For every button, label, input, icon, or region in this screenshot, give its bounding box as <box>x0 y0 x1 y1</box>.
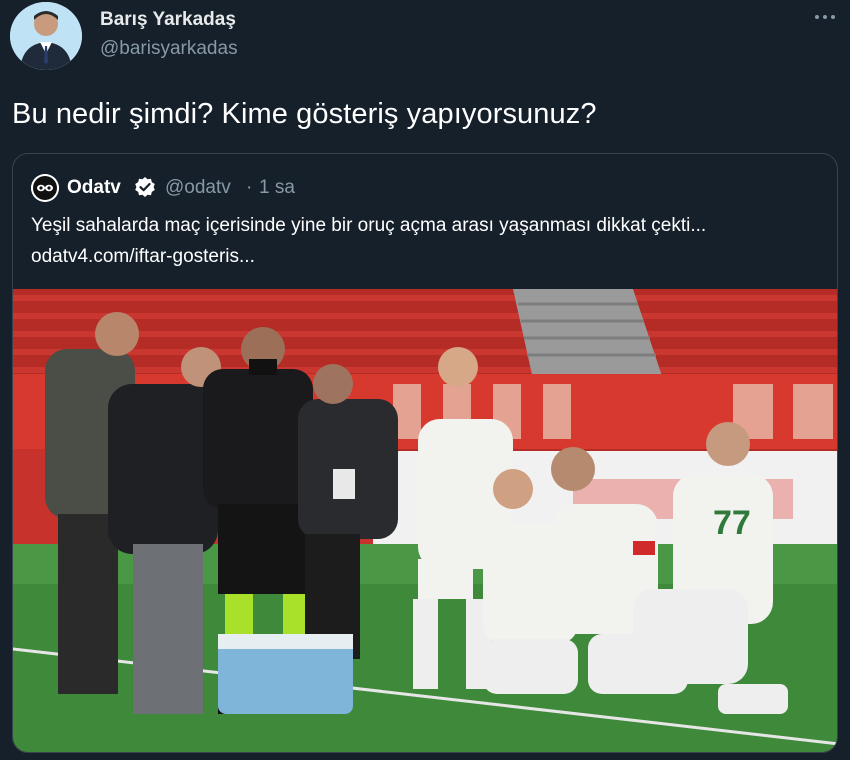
separator-dot: · <box>246 177 253 198</box>
quoted-link[interactable]: odatv4.com/iftar-gosteris... <box>31 246 255 268</box>
quoted-author-name[interactable]: Odatv <box>67 177 121 199</box>
verified-badge-icon <box>134 176 156 198</box>
author-avatar[interactable] <box>10 2 82 70</box>
author-handle[interactable]: @barisyarkadas <box>100 38 238 60</box>
more-dot <box>831 15 835 19</box>
tweet-text: Bu nedir şimdi? Kime gösteriş yapıyorsun… <box>12 98 597 130</box>
jersey-number: 77 <box>713 504 751 542</box>
captain-armband <box>633 541 655 555</box>
quoted-timestamp[interactable]: 1 sa <box>259 177 295 199</box>
tweet-header: Barış Yarkadaş @barisyarkadas <box>0 0 850 80</box>
more-horizontal-icon <box>815 15 819 19</box>
author-name[interactable]: Barış Yarkadaş <box>100 9 236 31</box>
match-photo[interactable]: 77 <box>13 289 838 753</box>
quoted-text: Yeşil sahalarda maç içerisinde yine bir … <box>31 215 707 236</box>
more-options-button[interactable] <box>808 6 842 28</box>
face-mask <box>249 359 277 375</box>
odatv-logo-icon[interactable] <box>31 174 59 202</box>
more-dot <box>823 15 827 19</box>
quoted-tweet[interactable]: Odatv @odatv · 1 sa Yeşil sahalarda maç … <box>12 153 838 753</box>
quoted-author-handle[interactable]: @odatv <box>165 177 231 199</box>
